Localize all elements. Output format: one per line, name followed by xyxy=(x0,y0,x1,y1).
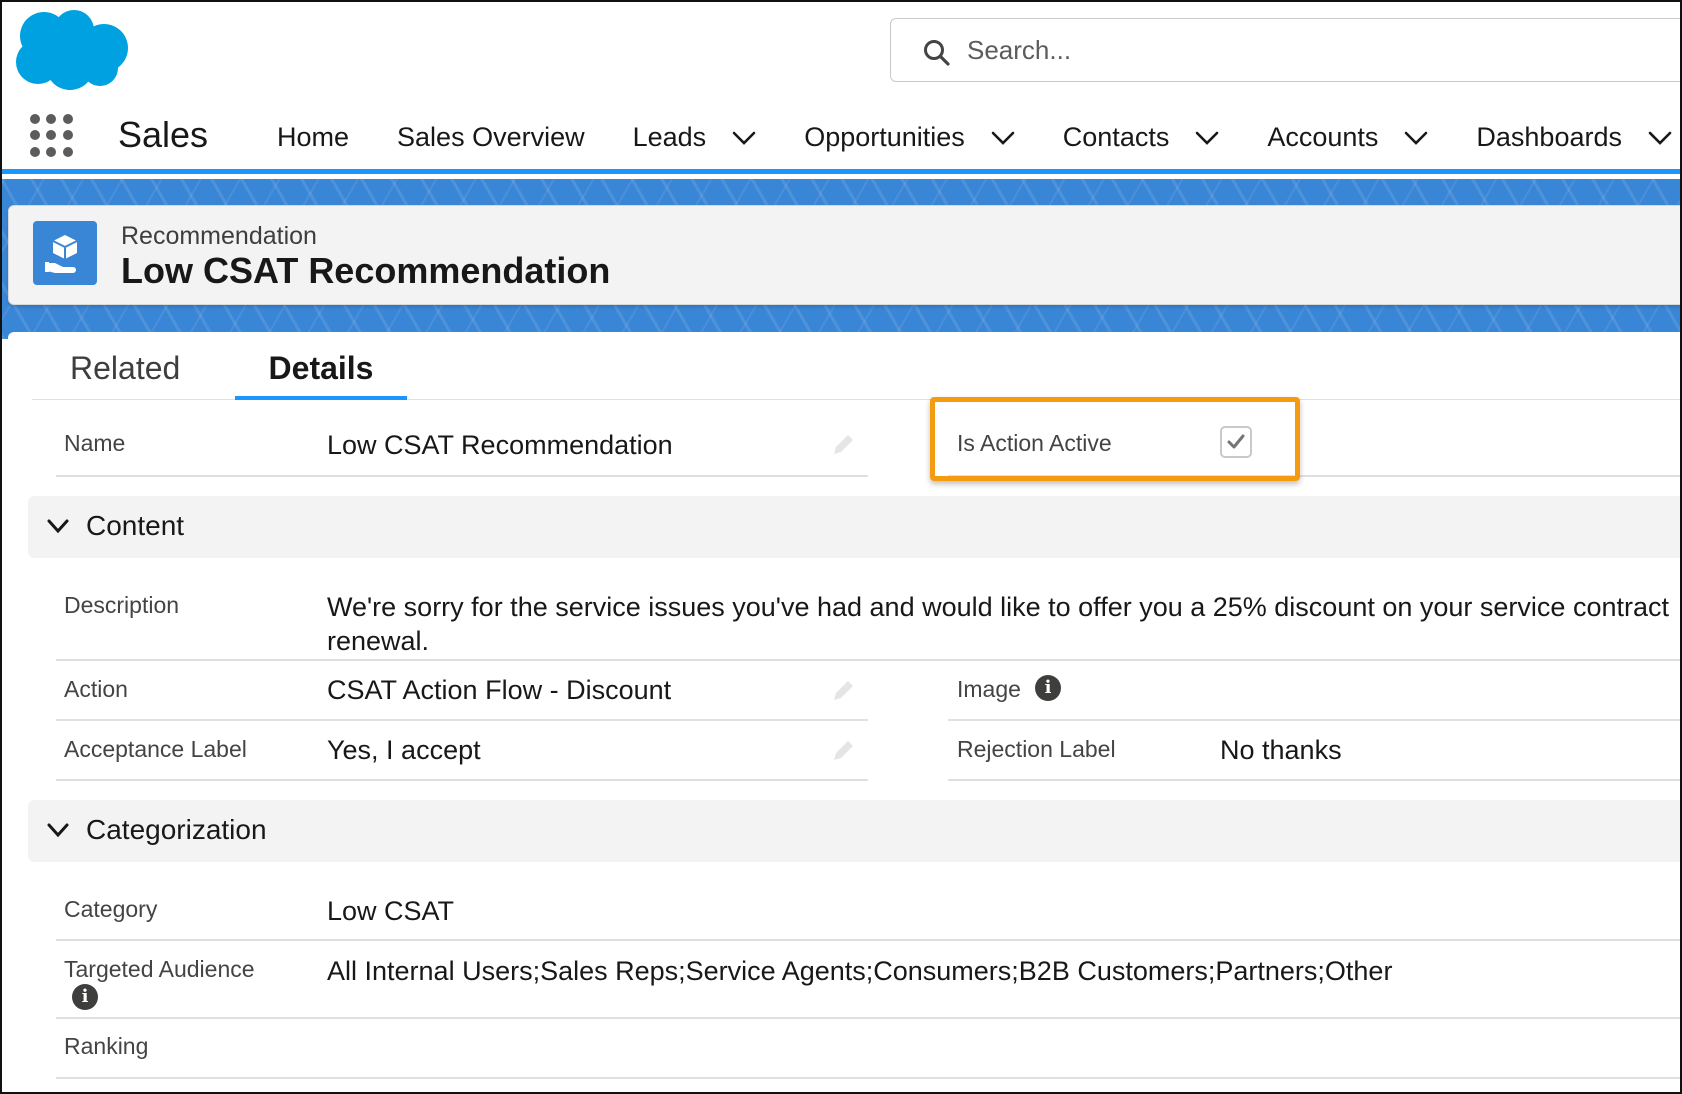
chevron-down-icon xyxy=(47,823,69,838)
targeted-audience-label: Targeted Audience xyxy=(64,956,255,982)
is-action-active-checkbox[interactable] xyxy=(1220,426,1252,458)
divider xyxy=(948,779,1680,781)
action-label: Action xyxy=(64,676,128,702)
nav-item-label: Contacts xyxy=(1062,122,1170,152)
record-type: Recommendation xyxy=(121,222,317,250)
nav-item-contacts[interactable]: Contacts xyxy=(1063,122,1220,153)
app-name: Sales xyxy=(118,114,209,155)
divider xyxy=(56,475,868,477)
description-label: Description xyxy=(64,592,180,618)
divider xyxy=(56,1017,1680,1019)
info-icon[interactable]: i xyxy=(1035,675,1061,701)
edit-pencil-icon[interactable] xyxy=(830,678,856,704)
salesforce-cloud-logo[interactable] xyxy=(12,8,130,92)
section-header-categorization[interactable]: Categorization xyxy=(28,800,1680,862)
ranking-label: Ranking xyxy=(64,1033,149,1059)
category-label: Category xyxy=(64,896,158,922)
nav-item-accounts[interactable]: Accounts xyxy=(1267,122,1428,153)
name-label: Name xyxy=(64,430,126,456)
checkmark-icon xyxy=(1227,434,1245,449)
nav-bar: Sales Home Sales Overview Leads Opportuniti… xyxy=(2,98,1680,174)
chevron-down-icon[interactable] xyxy=(1195,131,1219,145)
chevron-down-icon[interactable] xyxy=(1404,131,1428,145)
app-launcher-icon[interactable] xyxy=(30,114,74,158)
nav-item-label: Opportunities xyxy=(804,122,965,152)
image-label: Image xyxy=(957,676,1021,702)
divider xyxy=(56,779,868,781)
tab-related[interactable]: Related xyxy=(70,350,180,400)
app-window: Sales Home Sales Overview Leads Opportuniti… xyxy=(0,0,1682,1094)
divider xyxy=(56,719,868,721)
chevron-down-icon[interactable] xyxy=(732,131,756,145)
recommendation-icon xyxy=(33,221,97,285)
nav-item-label: Leads xyxy=(632,122,707,152)
divider xyxy=(56,659,1680,661)
targeted-audience-value: All Internal Users;Sales Reps;Service Ag… xyxy=(327,956,1393,986)
rejection-label-value: No thanks xyxy=(1220,735,1342,765)
record-header: Recommendation Low CSAT Recommendation xyxy=(8,205,1680,305)
edit-pencil-icon[interactable] xyxy=(830,738,856,764)
nav-items: Home Sales Overview Leads Opportunities Cont… xyxy=(277,122,1680,153)
search-input[interactable] xyxy=(967,31,1567,69)
category-value: Low CSAT xyxy=(327,896,455,926)
record-tabs: Related Details xyxy=(32,332,1680,400)
name-value: Low CSAT Recommendation xyxy=(327,430,673,460)
acceptance-label-value: Yes, I accept xyxy=(327,735,481,765)
nav-item-leads[interactable]: Leads xyxy=(633,122,757,153)
search-icon xyxy=(924,40,950,66)
acceptance-label-label: Acceptance Label xyxy=(64,736,247,762)
edit-pencil-icon[interactable] xyxy=(830,432,856,458)
rejection-label-label: Rejection Label xyxy=(957,736,1116,762)
nav-item-label: Home xyxy=(277,122,350,152)
tab-details[interactable]: Details xyxy=(235,350,407,400)
action-value: CSAT Action Flow - Discount xyxy=(327,675,672,705)
nav-item-label: Dashboards xyxy=(1476,122,1622,152)
nav-item-opportunities[interactable]: Opportunities xyxy=(804,122,1015,153)
nav-item-home[interactable]: Home xyxy=(277,122,349,153)
section-title-content: Content xyxy=(86,510,185,541)
global-header xyxy=(2,2,1680,98)
nav-item-sales-overview[interactable]: Sales Overview xyxy=(397,122,585,153)
nav-item-dashboards[interactable]: Dashboards xyxy=(1476,122,1672,153)
divider xyxy=(948,475,1680,477)
description-value: We're sorry for the service issues you'v… xyxy=(327,592,1669,656)
divider xyxy=(948,719,1680,721)
nav-item-label: Accounts xyxy=(1267,122,1379,152)
divider xyxy=(56,1077,1680,1079)
section-title-categorization: Categorization xyxy=(86,814,267,845)
chevron-down-icon[interactable] xyxy=(1648,131,1672,145)
is-action-active-label: Is Action Active xyxy=(957,430,1112,456)
chevron-down-icon xyxy=(47,519,69,534)
chevron-down-icon[interactable] xyxy=(991,131,1015,145)
section-header-content[interactable]: Content xyxy=(28,496,1680,558)
divider xyxy=(56,939,1680,941)
global-search[interactable] xyxy=(890,18,1680,82)
record-title: Low CSAT Recommendation xyxy=(121,250,611,291)
nav-item-label: Sales Overview xyxy=(397,122,585,152)
info-icon[interactable]: i xyxy=(72,984,98,1010)
